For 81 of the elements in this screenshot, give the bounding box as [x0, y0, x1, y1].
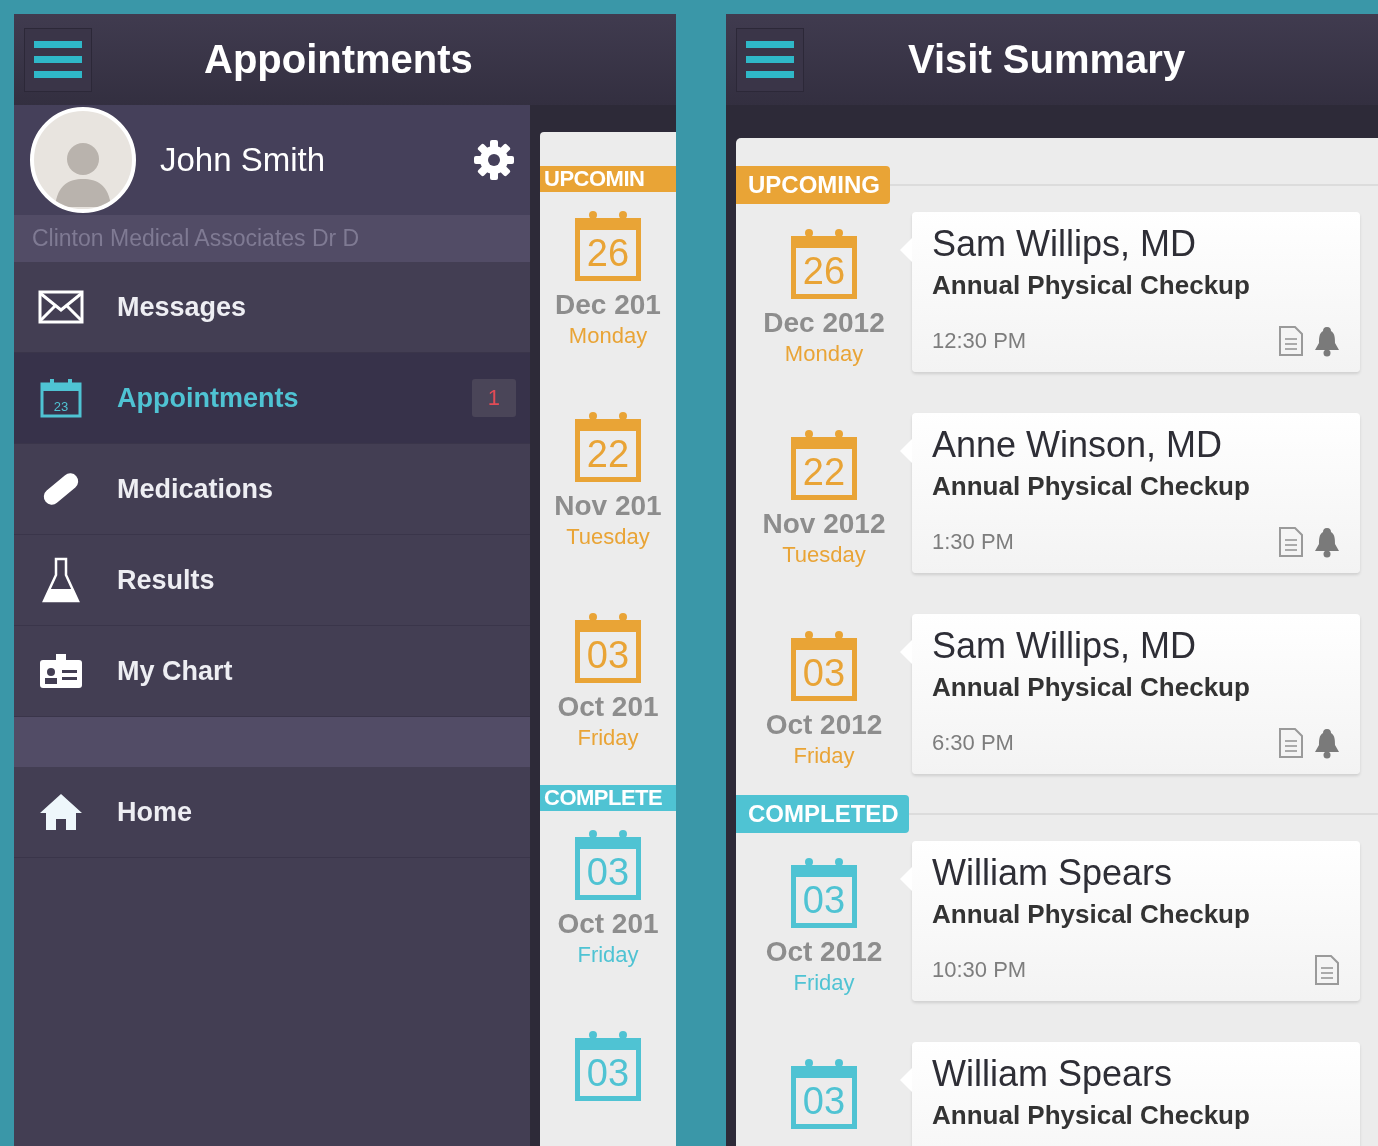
calendar-day: 03 [575, 849, 641, 900]
visit-reason: Annual Physical Checkup [932, 1100, 1251, 1131]
calendar-top-icon [574, 827, 642, 849]
calendar-day: 03 [791, 877, 857, 928]
calendar-day: 22 [575, 431, 641, 482]
document-icon [1278, 526, 1304, 558]
weekday: Friday [793, 743, 855, 769]
calendar-day: 26 [575, 230, 641, 281]
calendar-top-icon [790, 628, 858, 650]
calendar-day: 03 [791, 1078, 857, 1129]
user-name: John Smith [160, 141, 327, 179]
document-icon [1278, 325, 1304, 357]
section-tag: COMPLETE [540, 785, 676, 811]
menu-item[interactable]: Home [14, 767, 530, 858]
month-year: Nov 2012 [762, 508, 886, 540]
screen-title: Visit Summary [908, 37, 1186, 82]
weekday: Monday [784, 341, 864, 367]
menu-label: Messages [117, 291, 248, 323]
screen-title: Appointments [204, 37, 473, 82]
id-card-icon [38, 652, 84, 690]
calendar-top-icon [790, 1056, 858, 1078]
visit-time: 12:30 PM [932, 328, 1028, 354]
section-tag: COMPLETED [736, 795, 909, 833]
visit-time: 1:30 PM [932, 529, 1015, 555]
weekday: Tuesday [566, 524, 650, 550]
visit-reason: Annual Physical Checkup [932, 899, 1251, 930]
menu-label: My Chart [117, 655, 234, 687]
weekday: Friday [577, 942, 639, 968]
settings-icon [472, 138, 516, 182]
visit-time: 10:30 PM [932, 957, 1028, 983]
menu-item[interactable]: 23 Appointments 1 [14, 353, 530, 444]
menu-item[interactable]: Results [14, 535, 530, 626]
calendar-top-icon [574, 208, 642, 230]
calendar-top-icon [790, 427, 858, 449]
month-year: Dec 2012 [763, 307, 885, 339]
calendar-top-icon [574, 1028, 642, 1050]
month-year: Nov 201 [554, 490, 662, 522]
envelope-icon [38, 290, 84, 324]
doctor-name: William Spears [932, 851, 1174, 895]
month-year: Oct 201 [557, 691, 659, 723]
document-icon [1278, 727, 1304, 759]
menu-icon [746, 38, 794, 81]
visit-reason: Annual Physical Checkup [932, 471, 1251, 502]
menu-button[interactable] [24, 27, 92, 92]
section-tag: UPCOMING [736, 166, 890, 204]
month-year: Oct 201 [557, 908, 659, 940]
visit-reason: Annual Physical Checkup [932, 672, 1251, 703]
calendar-day: 03 [575, 1050, 641, 1101]
calendar-day: 26 [791, 248, 857, 299]
menu-label: Appointments [117, 382, 300, 414]
doctor-name: William Spears [932, 1052, 1174, 1096]
calendar-top-icon [574, 610, 642, 632]
menu-icon [34, 38, 82, 81]
weekday: Friday [793, 970, 855, 996]
calendar-day: 03 [791, 650, 857, 701]
document-icon [1314, 954, 1340, 986]
home-icon [38, 792, 84, 832]
visit-reason: Annual Physical Checkup [932, 270, 1251, 301]
calendar-top-icon [790, 226, 858, 248]
weekday: Tuesday [782, 542, 866, 568]
doctor-name: Sam Willips, MD [932, 624, 1197, 668]
calendar-top-icon [790, 855, 858, 877]
calendar-top-icon [574, 409, 642, 431]
count-badge: 1 [471, 379, 516, 417]
month-year: Oct 2012 [765, 709, 883, 741]
doctor-name: Sam Willips, MD [932, 222, 1197, 266]
settings-button[interactable] [472, 138, 516, 182]
menu-item[interactable]: Medications [14, 444, 530, 535]
menu-label: Results [117, 564, 216, 596]
calendar-day: 03 [575, 632, 641, 683]
menu-label: Medications [117, 473, 275, 505]
weekday: Monday [568, 323, 648, 349]
weekday: Friday [577, 725, 639, 751]
calendar-day: 22 [791, 449, 857, 500]
doctor-name: Anne Winson, MD [932, 423, 1224, 467]
menu-button[interactable] [736, 27, 804, 92]
visit-time: 6:30 PM [932, 730, 1015, 756]
section-tag: UPCOMIN [540, 166, 676, 192]
month-year: Oct 2012 [765, 936, 883, 968]
month-year: Dec 201 [555, 289, 661, 321]
menu-label: Home [117, 796, 193, 828]
